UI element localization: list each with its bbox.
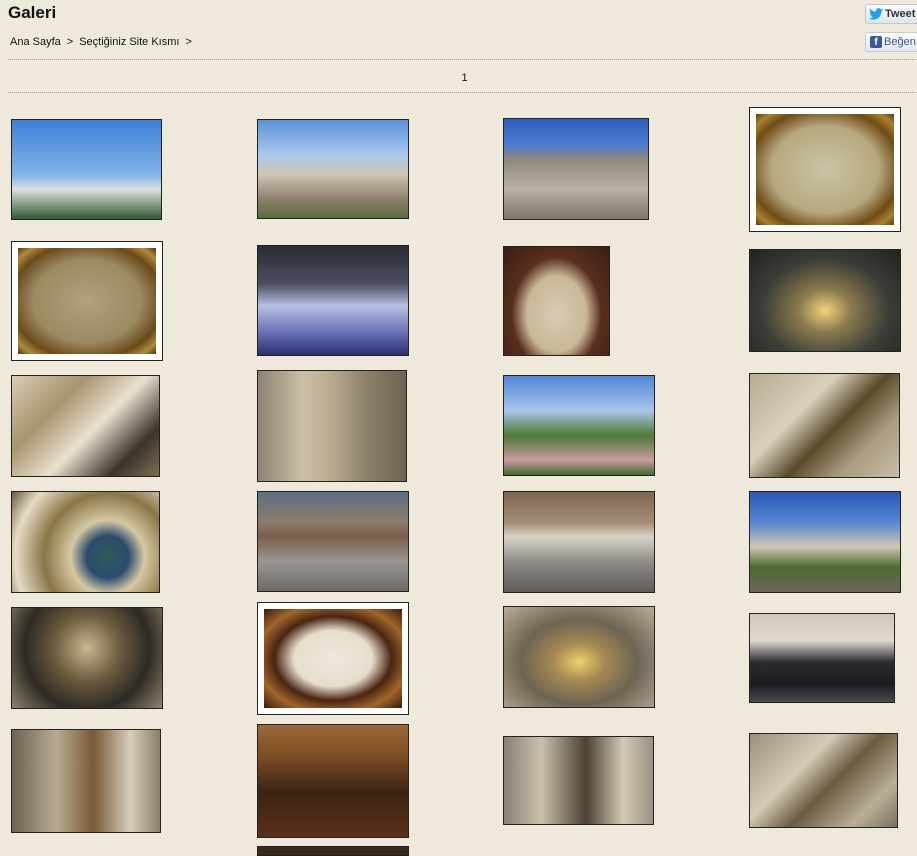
page-link-1[interactable]: 1	[461, 72, 467, 84]
facebook-like-button[interactable]: f Beğen	[865, 32, 917, 52]
photo-icon	[504, 376, 654, 475]
gallery-thumbnail[interactable]	[11, 729, 161, 833]
gallery-thumbnail[interactable]	[11, 241, 163, 361]
gallery-thumbnail[interactable]	[503, 246, 610, 356]
gallery-thumbnail[interactable]	[257, 119, 409, 219]
photo-icon	[504, 737, 653, 824]
breadcrumb-separator: >	[185, 36, 192, 48]
gallery-thumbnail[interactable]	[749, 373, 900, 478]
gallery-thumbnail[interactable]	[749, 491, 901, 593]
photo-icon	[12, 376, 159, 476]
pager-divider	[8, 92, 917, 93]
gallery-thumbnail[interactable]	[749, 249, 901, 352]
gallery-thumbnail[interactable]	[749, 613, 895, 703]
photo-icon	[750, 492, 900, 592]
gallery-thumbnail[interactable]	[503, 736, 654, 825]
photo-icon	[258, 371, 406, 481]
top-divider	[8, 59, 917, 60]
photo-icon	[12, 492, 159, 592]
pagination: 1	[0, 72, 917, 84]
gallery-thumbnail[interactable]	[257, 724, 409, 838]
breadcrumb: Ana Sayfa > Seçtiğiniz Site Kısmı >	[10, 36, 192, 48]
gallery-thumbnail[interactable]	[503, 606, 655, 708]
gallery-thumbnail[interactable]	[257, 491, 409, 592]
gallery-thumbnail[interactable]	[11, 375, 160, 477]
gallery-thumbnail[interactable]	[257, 602, 409, 715]
photo-icon	[504, 247, 609, 355]
breadcrumb-section-link[interactable]: Seçtiğiniz Site Kısmı	[79, 36, 179, 48]
photo-icon	[258, 725, 408, 837]
page-title: Galeri	[8, 3, 57, 22]
gallery-thumbnail[interactable]	[11, 491, 160, 593]
photo-icon	[264, 609, 402, 708]
gallery-thumbnail[interactable]	[749, 733, 898, 828]
gallery-thumbnail[interactable]	[503, 118, 649, 220]
photo-icon	[258, 246, 408, 355]
photo-icon	[258, 120, 408, 218]
photo-icon	[258, 847, 408, 855]
photo-icon	[12, 608, 162, 708]
photo-icon	[504, 492, 654, 592]
photo-icon	[750, 734, 897, 827]
gallery-thumbnail[interactable]	[257, 245, 409, 356]
photo-icon	[750, 250, 900, 351]
gallery-thumbnail[interactable]	[11, 119, 162, 220]
gallery-thumbnail[interactable]	[503, 375, 655, 476]
photo-icon	[258, 492, 408, 591]
photo-icon	[12, 120, 161, 219]
breadcrumb-home-link[interactable]: Ana Sayfa	[10, 36, 61, 48]
tweet-label: Tweet	[885, 8, 916, 20]
like-label: Beğen	[884, 36, 916, 48]
gallery-thumbnail[interactable]	[749, 107, 901, 232]
photo-icon	[756, 114, 894, 225]
tweet-button[interactable]: Tweet	[865, 4, 917, 24]
facebook-icon: f	[870, 36, 882, 48]
gallery-thumbnail[interactable]	[257, 846, 409, 856]
photo-icon	[18, 248, 156, 354]
photo-icon	[504, 607, 654, 707]
photo-icon	[750, 374, 899, 477]
photo-icon	[504, 119, 648, 219]
gallery-thumbnail[interactable]	[11, 607, 163, 709]
breadcrumb-separator: >	[66, 36, 74, 48]
gallery-thumbnail[interactable]	[503, 491, 655, 593]
gallery-thumbnail[interactable]	[257, 370, 407, 482]
twitter-bird-icon	[869, 8, 883, 20]
photo-icon	[12, 730, 160, 832]
photo-icon	[750, 614, 894, 702]
